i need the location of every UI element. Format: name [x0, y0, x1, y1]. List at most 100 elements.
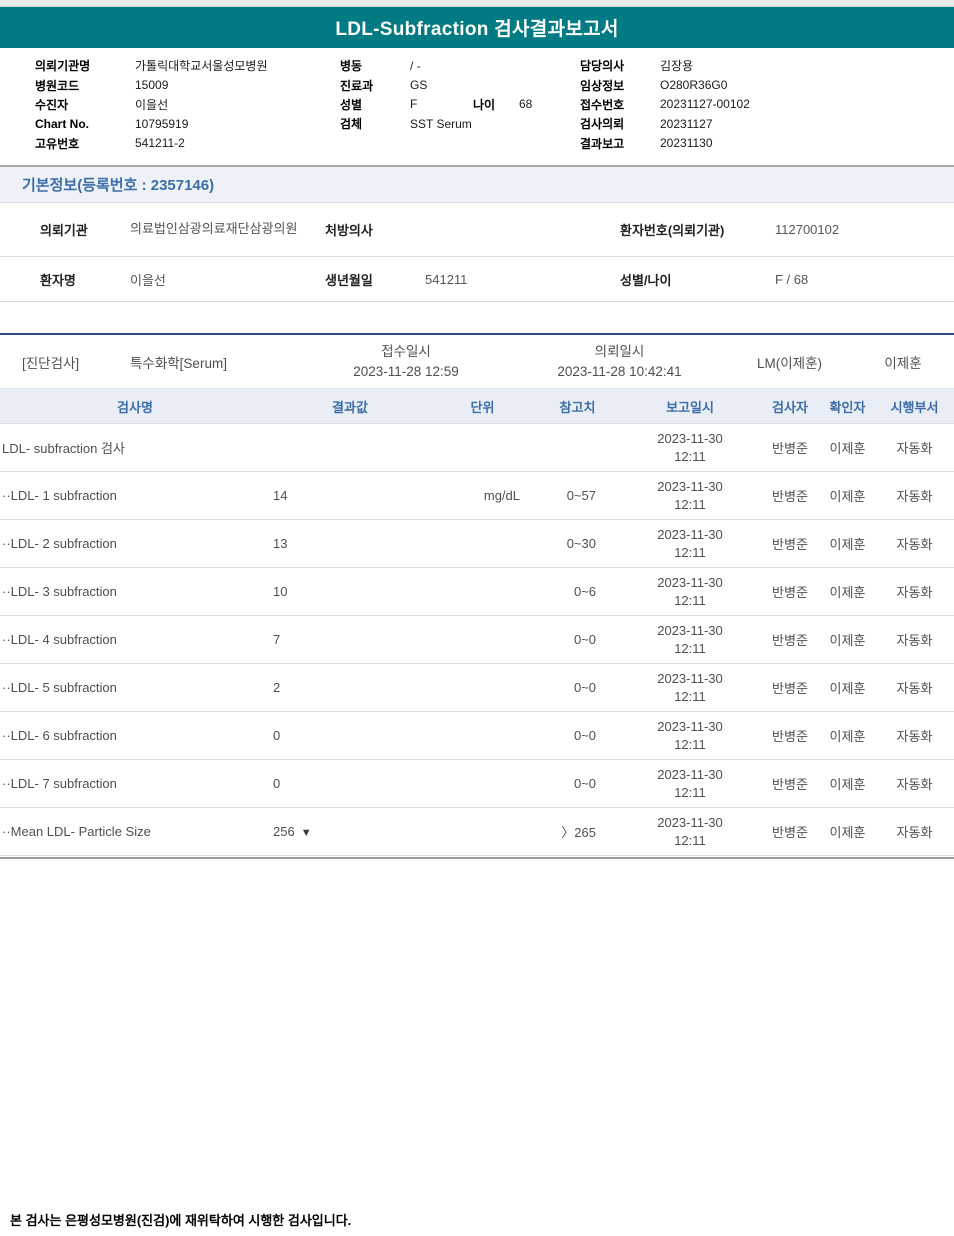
test-name: LDL- subfraction 검사 — [2, 441, 125, 456]
result-row: ··LDL- 7 subfraction 0 0~0 2023-11-30 12:… — [0, 760, 954, 808]
reference-range: 0~0 — [573, 680, 596, 695]
basic-info-table: 의뢰기관 의료법인삼광의료재단삼광의원 처방의사 환자번호(의뢰기관) 1127… — [0, 202, 954, 302]
patient-header-row: 병동 / - — [340, 56, 532, 75]
receipt-label: 접수일시 — [381, 343, 431, 359]
confirmer: 이제훈 — [829, 441, 866, 456]
report-time: 12:11 — [674, 496, 706, 512]
request-datetime: 2023-11-28 10:42:41 — [557, 363, 682, 379]
test-name: ··LDL- 7 subfraction — [2, 776, 117, 791]
reference-range: 0~30 — [566, 536, 596, 551]
cell-label: 의뢰기관 — [40, 223, 88, 238]
report-datetime: 2023-11-30 12:11 — [620, 526, 760, 561]
department: 자동화 — [896, 777, 933, 792]
field-label: 나이 — [473, 97, 496, 112]
confirm-person: 이제훈 — [884, 355, 922, 371]
field-value: 이을선 — [135, 97, 169, 112]
cell-label: 환자명 — [40, 272, 76, 288]
field-value: 68 — [519, 97, 533, 112]
report-time: 12:11 — [674, 592, 706, 608]
confirmer: 이제훈 — [829, 537, 866, 552]
report-time: 12:11 — [674, 736, 706, 752]
field-label: 수진자 — [35, 97, 69, 112]
field-label: 검체 — [340, 117, 363, 132]
reference-range: 0~0 — [573, 776, 596, 791]
examiner: 반병준 — [772, 441, 808, 456]
result-value: 2 — [270, 680, 430, 695]
field-value: GS — [410, 78, 428, 93]
cell-value: 이을선 — [130, 272, 166, 288]
confirmer: 이제훈 — [829, 681, 866, 696]
window-top-strip — [0, 0, 954, 7]
patient-header-row: 수진자 이을선 — [35, 95, 267, 114]
field-value: 20231127 — [660, 116, 713, 131]
department: 자동화 — [896, 825, 933, 840]
field-label: 검사의뢰 — [580, 117, 625, 132]
result-row: ··Mean LDL- Particle Size 256 ▼ 〉265 2023… — [0, 808, 954, 856]
reference-range: 0~0 — [573, 728, 596, 743]
patient-header-row: 임상정보 O280R36G0 — [580, 75, 750, 94]
result-number: 2 — [273, 680, 281, 695]
test-category: [진단검사] — [22, 355, 80, 371]
patient-header-row: 고유번호 541211-2 — [35, 134, 267, 153]
cell-value: 112700102 — [775, 222, 840, 237]
patient-header-row: 결과보고 20231130 — [580, 134, 750, 153]
patient-header-row: 의뢰기관명 가톨릭대학교서울성모병원 — [35, 56, 267, 75]
result-number: 256 — [273, 824, 295, 839]
reference-range: 0~57 — [566, 488, 596, 503]
report-datetime: 2023-11-30 12:11 — [620, 766, 760, 801]
result-number: 7 — [273, 632, 281, 647]
patient-header-left-column: 의뢰기관명 가톨릭대학교서울성모병원 병원코드 15009 수진자 이을선 Ch… — [35, 56, 267, 153]
report-date: 2023-11-30 — [657, 766, 723, 782]
result-row: LDL- subfraction 검사 2023-11-30 12:11 반병준 … — [0, 424, 954, 472]
confirmer: 이제훈 — [829, 777, 866, 792]
results-section: [진단검사] 특수화학[Serum] 접수일시 2023-11-28 12:59… — [0, 333, 954, 859]
report-time: 12:11 — [674, 832, 706, 848]
patient-header-row: 진료과 GS — [340, 75, 532, 94]
column-header: 검사자 — [772, 399, 808, 415]
department: 자동화 — [896, 681, 933, 696]
examiner: 반병준 — [772, 633, 808, 648]
report-date: 2023-11-30 — [657, 622, 723, 638]
test-group: 특수화학[Serum] — [130, 355, 227, 371]
receipt-datetime: 2023-11-28 12:59 — [353, 363, 459, 379]
column-header: 단위 — [470, 399, 495, 415]
confirmer: 이제훈 — [829, 633, 866, 648]
cell-label: 성별/나이 — [620, 272, 672, 288]
outsourcing-note: 본 검사는 은평성모병원(진검)에 재위탁하여 시행한 검사입니다. — [10, 1213, 352, 1228]
column-header: 결과값 — [332, 399, 368, 415]
result-row: ··LDL- 6 subfraction 0 0~0 2023-11-30 12:… — [0, 712, 954, 760]
result-value: 0 — [270, 728, 430, 743]
test-name: ··LDL- 3 subfraction — [2, 584, 117, 599]
field-value: 20231127-00102 — [660, 97, 750, 112]
patient-header-row: 검체 SST Serum — [340, 114, 532, 133]
patient-header-row: Chart No. 10795919 — [35, 114, 267, 133]
examiner: 반병준 — [772, 825, 808, 840]
cell-value: F / 68 — [775, 271, 809, 287]
result-row: ··LDL- 4 subfraction 7 0~0 2023-11-30 12:… — [0, 616, 954, 664]
low-flag-icon: ▼ — [300, 827, 312, 839]
field-value: F — [410, 97, 418, 112]
patient-header-row: 담당의사 김장용 — [580, 56, 750, 75]
field-value: 20231130 — [660, 136, 713, 151]
test-name: ··LDL- 2 subfraction — [2, 536, 117, 551]
field-label: 의뢰기관명 — [35, 59, 91, 74]
result-value — [270, 440, 430, 455]
result-number: 0 — [273, 728, 281, 743]
patient-header-row: 접수번호 20231127-00102 — [580, 95, 750, 114]
report-time: 12:11 — [674, 544, 706, 560]
field-label: 진료과 — [340, 78, 374, 93]
cell-label: 환자번호(의뢰기관) — [620, 223, 725, 238]
result-row: ··LDL- 3 subfraction 10 0~6 2023-11-30 12… — [0, 568, 954, 616]
field-value: 10795919 — [135, 116, 189, 131]
report-date: 2023-11-30 — [657, 574, 723, 590]
confirmer: 이제훈 — [829, 825, 866, 840]
column-header: 시행부서 — [890, 399, 939, 415]
report-title-bar: LDL-Subfraction 검사결과보고서 — [0, 7, 954, 48]
results-section-info-row: [진단검사] 특수화학[Serum] 접수일시 2023-11-28 12:59… — [0, 335, 954, 388]
field-label: 고유번호 — [35, 136, 80, 151]
report-datetime: 2023-11-30 12:11 — [620, 622, 760, 657]
test-name: ··Mean LDL- Particle Size — [2, 824, 151, 839]
field-value: / - — [410, 58, 421, 73]
patient-header-row: 검사의뢰 20231127 — [580, 114, 750, 133]
cell-label: 생년월일 — [325, 272, 373, 288]
